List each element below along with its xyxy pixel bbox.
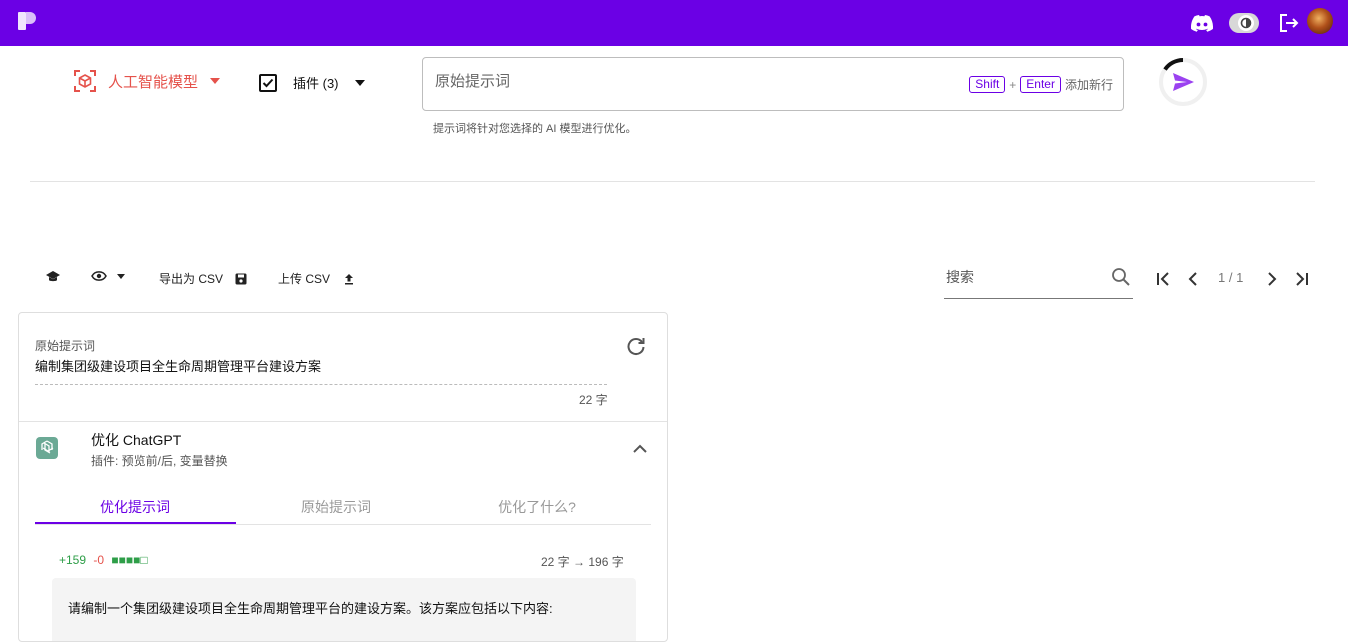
plugins-checkbox[interactable] bbox=[259, 73, 277, 92]
optimized-result-text: 请编制一个集团级建设项目全生命周期管理平台的建设方案。该方案应包括以下内容: bbox=[68, 601, 553, 616]
send-button[interactable] bbox=[1158, 57, 1208, 107]
discord-icon[interactable] bbox=[1190, 9, 1214, 37]
avatar[interactable] bbox=[1307, 8, 1333, 34]
section-divider bbox=[30, 181, 1315, 182]
prompt-input[interactable] bbox=[433, 72, 937, 91]
optimizer-subtitle: 插件: 预览前/后, 变量替换 bbox=[91, 454, 228, 468]
upload-icon bbox=[345, 273, 354, 284]
learn-button[interactable] bbox=[45, 270, 61, 284]
chevron-down-icon bbox=[354, 79, 365, 86]
chevron-up-icon[interactable] bbox=[631, 440, 649, 458]
shift-key-badge: Shift bbox=[969, 76, 1006, 93]
hint-plus: + bbox=[1009, 77, 1017, 92]
export-csv-label: 导出为 CSV bbox=[159, 272, 224, 286]
prompt-card: 原始提示词 编制集团级建设项目全生命周期管理平台建设方案 22 字 优化 Cha… bbox=[18, 312, 668, 642]
diff-removed: -0 bbox=[93, 553, 105, 567]
top-app-bar bbox=[0, 0, 1348, 46]
check-icon bbox=[262, 78, 274, 87]
diff-char-count: 22 字 → 196 字 bbox=[541, 555, 624, 569]
chevron-down-icon bbox=[117, 273, 125, 279]
progress-spinner bbox=[1163, 58, 1184, 71]
tabs-baseline bbox=[35, 524, 651, 525]
prompt-field[interactable]: Shift + Enter 添加新行 bbox=[422, 57, 1124, 111]
eye-icon bbox=[91, 271, 107, 281]
active-tab-indicator bbox=[35, 522, 236, 524]
tab-original-prompt[interactable]: 原始提示词 bbox=[236, 497, 436, 517]
previous-page-icon[interactable] bbox=[1184, 270, 1202, 288]
last-page-icon[interactable] bbox=[1293, 270, 1311, 288]
tab-optimized-prompt[interactable]: 优化提示词 bbox=[35, 497, 235, 517]
next-page-icon[interactable] bbox=[1263, 270, 1281, 288]
ai-model-icon bbox=[74, 70, 96, 92]
plugins-selector[interactable]: 插件 (3) bbox=[259, 73, 365, 92]
eye-toggle-icon[interactable] bbox=[1228, 9, 1260, 37]
save-icon bbox=[235, 273, 247, 284]
optimizer-title: 优化 ChatGPT bbox=[91, 432, 182, 448]
upload-csv-button[interactable]: 上传 CSV bbox=[278, 270, 355, 287]
logo-icon[interactable] bbox=[16, 10, 38, 32]
hint-text: 添加新行 bbox=[1064, 78, 1113, 92]
enter-key-badge: Enter bbox=[1020, 76, 1061, 93]
page-indicator: 1 / 1 bbox=[1218, 270, 1244, 285]
dashed-divider bbox=[35, 384, 607, 385]
logout-icon[interactable] bbox=[1278, 9, 1300, 37]
model-selector[interactable]: 人工智能模型 bbox=[74, 70, 221, 92]
upload-csv-label: 上传 CSV bbox=[278, 272, 331, 286]
prompt-helper-text: 提示词将针对您选择的 AI 模型进行优化。 bbox=[433, 123, 637, 135]
graduation-cap-icon bbox=[46, 271, 60, 282]
search-field[interactable] bbox=[944, 262, 1133, 299]
card-divider bbox=[19, 421, 667, 422]
optimized-result-box: 请编制一个集团级建设项目全生命周期管理平台的建设方案。该方案应包括以下内容: bbox=[52, 578, 636, 641]
newline-hint: Shift + Enter 添加新行 bbox=[969, 76, 1113, 93]
search-icon[interactable] bbox=[1111, 267, 1131, 287]
original-char-count: 22 字 bbox=[579, 393, 608, 407]
original-prompt-caption: 原始提示词 bbox=[35, 339, 96, 353]
chatgpt-icon bbox=[36, 437, 58, 459]
tab-what-optimized[interactable]: 优化了什么? bbox=[437, 497, 637, 517]
view-toggle-button[interactable] bbox=[91, 270, 125, 282]
original-prompt-text: 编制集团级建设项目全生命周期管理平台建设方案 bbox=[35, 359, 322, 374]
plugins-label: 插件 (3) bbox=[293, 76, 339, 91]
diff-stats: +159 -0 ■■■■□ bbox=[59, 553, 148, 567]
diff-bars: ■■■■□ bbox=[111, 553, 148, 567]
diff-added: +159 bbox=[59, 553, 87, 567]
refresh-icon[interactable] bbox=[625, 335, 647, 357]
first-page-icon[interactable] bbox=[1155, 270, 1173, 288]
send-icon bbox=[1173, 73, 1194, 91]
export-csv-button[interactable]: 导出为 CSV bbox=[159, 270, 247, 287]
model-selector-label: 人工智能模型 bbox=[108, 73, 199, 91]
chevron-down-icon bbox=[210, 78, 221, 84]
search-input[interactable] bbox=[944, 268, 1098, 286]
